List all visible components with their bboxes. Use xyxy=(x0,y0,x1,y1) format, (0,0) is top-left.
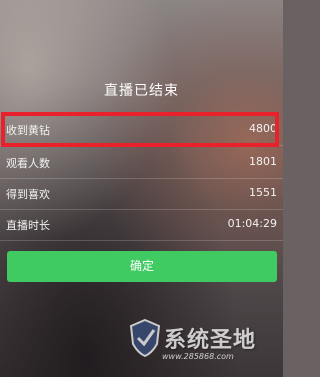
page-title: 直播已结束 xyxy=(104,83,179,99)
confirm-button[interactable]: 确定 xyxy=(7,251,277,282)
stat-value: 1801 xyxy=(249,155,277,168)
stat-value: 1551 xyxy=(249,186,277,199)
stat-row-likes: 得到喜欢 1551 xyxy=(0,177,283,210)
stat-value: 01:04:29 xyxy=(227,217,277,230)
watermark-name: 系统圣地 xyxy=(164,328,257,353)
watermark-url: www.285868.com xyxy=(162,352,234,361)
site-watermark: 系统圣地 www.285868.com xyxy=(128,318,278,370)
shield-logo-icon xyxy=(129,318,161,358)
stat-row-duration: 直播时长 01:04:29 xyxy=(0,208,283,241)
highlight-annotation-box xyxy=(1,112,279,147)
stat-label: 观看人数 xyxy=(6,157,50,170)
stat-label: 得到喜欢 xyxy=(6,188,50,201)
stat-row-viewers: 观看人数 1801 xyxy=(0,146,283,179)
stat-label: 直播时长 xyxy=(6,219,50,232)
